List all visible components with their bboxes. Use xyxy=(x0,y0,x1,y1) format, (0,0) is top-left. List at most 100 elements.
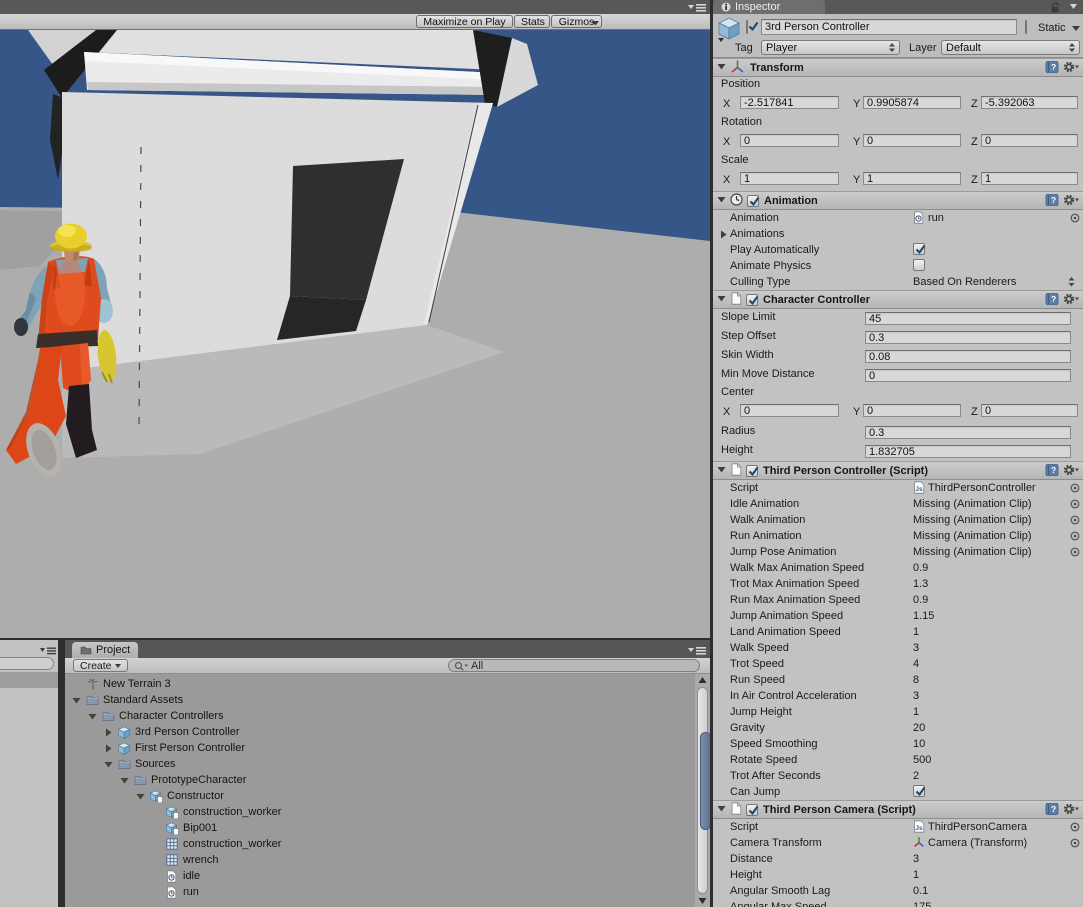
animation-object-value[interactable]: run xyxy=(928,212,944,224)
script-object-value[interactable]: ThirdPersonCamera xyxy=(928,821,1027,833)
gravity-value[interactable]: 20 xyxy=(913,722,925,734)
script-object-value[interactable]: ThirdPersonController xyxy=(928,482,1036,494)
foldout-open-icon[interactable] xyxy=(72,696,81,708)
gear-icon[interactable] xyxy=(1063,803,1079,818)
gizmos-dropdown[interactable]: Gizmos xyxy=(551,15,602,28)
play-automatically-checkbox[interactable] xyxy=(913,243,926,255)
walk-speed-value[interactable]: 3 xyxy=(913,642,919,654)
character-controller-x-field[interactable]: 0 xyxy=(740,404,839,417)
gear-icon[interactable] xyxy=(1063,61,1079,76)
component-header-third-person-camera-script[interactable]: Third Person Camera (Script)? xyxy=(713,800,1083,819)
speed-smoothing-value[interactable]: 10 xyxy=(913,738,925,750)
transform-z-field[interactable]: -5.392063 xyxy=(981,96,1078,109)
component-header-character-controller[interactable]: Character Controller? xyxy=(713,290,1083,309)
project-search-field[interactable]: All xyxy=(448,659,700,672)
culling-type-enum-value[interactable]: Based On Renderers xyxy=(913,276,1016,288)
help-icon[interactable]: ? xyxy=(1045,803,1059,818)
tree-item-construction-worker[interactable]: construction_worker xyxy=(65,804,693,820)
scroll-down-arrow[interactable] xyxy=(698,896,707,905)
can-jump-checkbox[interactable] xyxy=(913,785,926,797)
transform-y-field[interactable]: 1 xyxy=(863,172,961,185)
foldout-closed-icon[interactable] xyxy=(719,230,728,242)
transform-y-field[interactable]: 0.9905874 xyxy=(863,96,961,109)
gear-icon[interactable] xyxy=(1063,194,1079,209)
static-checkbox[interactable] xyxy=(1025,20,1027,34)
gameobject-active-checkbox[interactable] xyxy=(746,20,759,34)
third-person-controller-script-enabled-checkbox[interactable] xyxy=(746,464,759,477)
run-max-animation-speed-value[interactable]: 0.9 xyxy=(913,594,928,606)
trot-max-animation-speed-value[interactable]: 1.3 xyxy=(913,578,928,590)
maximize-on-play-button[interactable]: Maximize on Play xyxy=(416,15,513,28)
mini-search-field[interactable] xyxy=(0,657,54,670)
object-picker-icon[interactable] xyxy=(1070,822,1080,835)
character-controller-y-field[interactable]: 0 xyxy=(863,404,961,417)
slope-limit-field[interactable]: 45 xyxy=(865,312,1071,325)
tree-item-sources[interactable]: Sources xyxy=(65,756,693,772)
game-panel-menu-icon[interactable] xyxy=(688,3,706,12)
foldout-closed-icon[interactable] xyxy=(104,728,113,740)
foldout-icon[interactable] xyxy=(717,465,726,477)
idle-animation-object-value[interactable]: Missing (Animation Clip) xyxy=(913,498,1032,510)
tree-item-character-controllers[interactable]: Character Controllers xyxy=(65,708,693,724)
min-move-distance-field[interactable]: 0 xyxy=(865,369,1071,382)
walk-max-animation-speed-value[interactable]: 0.9 xyxy=(913,562,928,574)
object-picker-icon[interactable] xyxy=(1070,531,1080,544)
stats-button[interactable]: Stats xyxy=(514,15,550,28)
height-value[interactable]: 1 xyxy=(913,869,919,881)
transform-x-field[interactable]: -2.517841 xyxy=(740,96,839,109)
object-picker-icon[interactable] xyxy=(1070,213,1080,226)
foldout-icon[interactable] xyxy=(717,62,726,74)
object-picker-icon[interactable] xyxy=(1070,838,1080,851)
tab-inspector[interactable]: Inspector xyxy=(713,0,825,14)
tag-dropdown[interactable]: Player xyxy=(761,40,900,55)
foldout-open-icon[interactable] xyxy=(120,776,129,788)
gear-icon[interactable] xyxy=(1063,464,1079,479)
object-picker-icon[interactable] xyxy=(1070,499,1080,512)
tree-item-constructor[interactable]: Constructor xyxy=(65,788,693,804)
transform-z-field[interactable]: 1 xyxy=(981,172,1078,185)
radius-field[interactable]: 0.3 xyxy=(865,426,1071,439)
distance-value[interactable]: 3 xyxy=(913,853,919,865)
transform-x-field[interactable]: 0 xyxy=(740,134,839,147)
animate-physics-checkbox[interactable] xyxy=(913,259,925,271)
tree-item-bip001[interactable]: Bip001 xyxy=(65,820,693,836)
tree-item-standard-assets[interactable]: Standard Assets xyxy=(65,692,693,708)
gameobject-name-field[interactable]: 3rd Person Controller xyxy=(761,19,1017,35)
foldout-open-icon[interactable] xyxy=(136,792,145,804)
character-controller-z-field[interactable]: 0 xyxy=(981,404,1078,417)
object-picker-icon[interactable] xyxy=(1070,515,1080,528)
step-offset-field[interactable]: 0.3 xyxy=(865,331,1071,344)
inspector-panel-menu-icon[interactable] xyxy=(1070,4,1080,10)
trot-speed-value[interactable]: 4 xyxy=(913,658,919,670)
camera-transform-object-value[interactable]: Camera (Transform) xyxy=(928,837,1027,849)
foldout-icon[interactable] xyxy=(717,195,726,207)
transform-y-field[interactable]: 0 xyxy=(863,134,961,147)
mini-panel-menu-icon[interactable] xyxy=(40,647,56,655)
transform-x-field[interactable]: 1 xyxy=(740,172,839,185)
component-header-animation[interactable]: Animation? xyxy=(713,191,1083,210)
create-button[interactable]: Create xyxy=(73,659,128,672)
foldout-icon[interactable] xyxy=(717,294,726,306)
scroll-thumb[interactable] xyxy=(700,732,710,830)
tree-item-idle[interactable]: idle xyxy=(65,868,693,884)
tree-item-prototypecharacter[interactable]: PrototypeCharacter xyxy=(65,772,693,788)
tree-item-first-person-controller[interactable]: First Person Controller xyxy=(65,740,693,756)
walk-animation-object-value[interactable]: Missing (Animation Clip) xyxy=(913,514,1032,526)
tree-item-run[interactable]: run xyxy=(65,884,693,900)
tree-item-construction-worker[interactable]: construction_worker xyxy=(65,836,693,852)
animation-enabled-checkbox[interactable] xyxy=(747,194,760,207)
component-header-third-person-controller-script[interactable]: Third Person Controller (Script)? xyxy=(713,461,1083,480)
height-field[interactable]: 1.832705 xyxy=(865,445,1071,458)
component-header-transform[interactable]: Transform? xyxy=(713,58,1083,77)
jump-pose-animation-object-value[interactable]: Missing (Animation Clip) xyxy=(913,546,1032,558)
help-icon[interactable]: ? xyxy=(1045,194,1059,209)
foldout-open-icon[interactable] xyxy=(104,760,113,772)
game-viewport[interactable] xyxy=(0,30,710,638)
enum-updown-icon[interactable] xyxy=(1068,277,1075,290)
rotate-speed-value[interactable]: 500 xyxy=(913,754,931,766)
scroll-track[interactable] xyxy=(697,687,710,894)
tree-item-wrench[interactable]: wrench xyxy=(65,852,693,868)
jump-animation-speed-value[interactable]: 1.15 xyxy=(913,610,934,622)
scroll-up-arrow[interactable] xyxy=(698,676,707,685)
object-picker-icon[interactable] xyxy=(1070,547,1080,560)
